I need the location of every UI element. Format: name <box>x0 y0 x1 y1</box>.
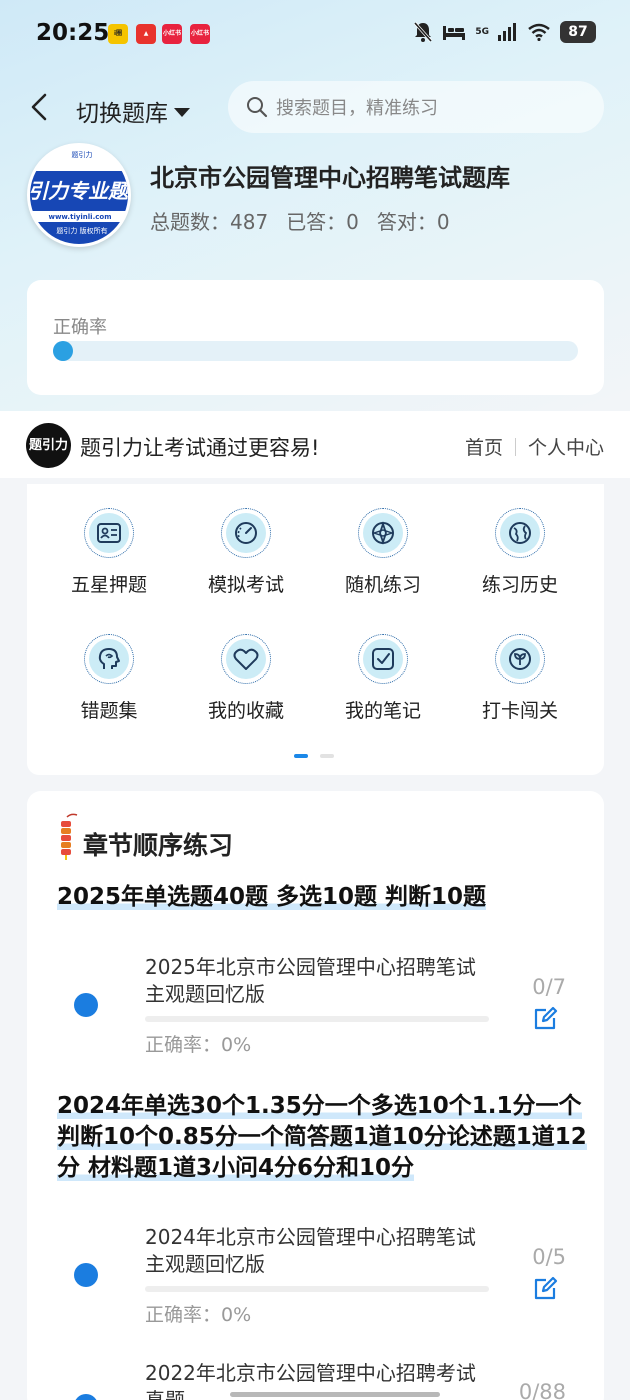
menu-label-random: 随机练习 <box>344 574 421 596</box>
menu-item-five-star[interactable]: 五星押题 <box>49 508 169 597</box>
bank-logo-top-text: 题引力 <box>71 151 93 159</box>
chapter-item-progress <box>145 1286 489 1292</box>
home-link[interactable]: 首页 <box>465 433 503 460</box>
globe-icon <box>509 522 531 544</box>
chapter-item-title-2025[interactable]: 2025年北京市公园管理中心招聘笔试主观题回忆版 <box>145 954 485 1008</box>
menu-label-mock-exam: 模拟考试 <box>207 574 284 596</box>
bank-logo-url: www.tiyinli.com <box>34 212 126 222</box>
note-icon <box>372 648 394 670</box>
link-divider <box>514 437 516 456</box>
accuracy-progress-indicator <box>53 341 73 361</box>
back-arrow-icon[interactable] <box>28 92 52 122</box>
menu-item-checkin[interactable]: 打卡闯关 <box>460 634 580 723</box>
switch-bank-dropdown[interactable]: 切换题库 <box>76 94 190 128</box>
status-bar: 20:25 i圈 ▲ 小红书 小红书 5G 87 <box>0 0 630 68</box>
menu-label-notes: 我的笔记 <box>344 700 421 722</box>
bed-icon <box>443 26 466 40</box>
status-icons: 5G 87 <box>413 21 596 43</box>
app-badge-1: i圈 <box>108 24 128 44</box>
chapter-item-count-2024: 0/5 <box>532 1245 566 1269</box>
search-placeholder: 搜索题目，精准练习 <box>276 98 438 119</box>
chapter-status-dot <box>74 1263 98 1287</box>
heart-icon <box>233 648 259 670</box>
menu-label-history: 练习历史 <box>481 574 558 596</box>
home-indicator[interactable] <box>230 1392 440 1397</box>
accuracy-card: 正确率 <box>27 280 604 395</box>
edit-icon[interactable] <box>532 1276 558 1302</box>
profile-link[interactable]: 个人中心 <box>528 433 604 460</box>
pager-dot[interactable] <box>320 754 334 758</box>
compass-icon <box>371 521 395 545</box>
stat-total: 总题数：487 <box>150 210 269 234</box>
menu-pager <box>294 754 334 758</box>
chapter-section-title: 章节顺序练习 <box>83 831 234 860</box>
section-heading-2025: 2025年单选题40题 多选10题 判断10题 <box>57 884 487 910</box>
chapter-item-title-2024[interactable]: 2024年北京市公园管理中心招聘笔试主观题回忆版 <box>145 1224 485 1278</box>
menu-label-five-star: 五星押题 <box>70 574 147 596</box>
leaf-icon <box>509 648 531 670</box>
menu-label-checkin: 打卡闯关 <box>481 700 558 722</box>
brand-slogan: 题引力让考试通过更容易! <box>80 436 320 460</box>
app-badge-3: 小红书 <box>162 24 182 44</box>
menu-item-notes[interactable]: 我的笔记 <box>323 634 443 723</box>
caret-down-icon <box>174 107 190 117</box>
menu-label-wrong-set: 错题集 <box>80 700 138 722</box>
search-input[interactable]: 搜索题目，精准练习 <box>228 81 604 133</box>
head-icon <box>98 648 120 669</box>
chapter-practice-card: 章节顺序练习 2025年单选题40题 多选10题 判断10题 2025年北京市公… <box>27 791 604 1400</box>
menu-item-random[interactable]: 随机练习 <box>323 508 443 597</box>
menu-item-history[interactable]: 练习历史 <box>460 508 580 597</box>
brand-logo: 题引力 <box>26 423 71 468</box>
mute-bell-icon <box>414 22 433 42</box>
search-icon <box>247 97 268 118</box>
firecracker-icon <box>61 813 78 860</box>
app-badge-4: 小红书 <box>190 24 210 44</box>
chapter-item-count-2025: 0/7 <box>532 975 566 999</box>
stat-answered: 已答：0 <box>286 210 359 234</box>
bank-logo-text: 引力专业题 <box>30 171 128 211</box>
gauge-icon <box>235 522 257 544</box>
stat-correct: 答对：0 <box>376 210 450 234</box>
accuracy-progress-bar <box>53 341 578 361</box>
chapter-item-accuracy-2024: 正确率：0% <box>145 1304 252 1326</box>
chapter-item-progress <box>145 1016 489 1022</box>
switch-bank-label: 切换题库 <box>76 101 168 127</box>
menu-label-favorites: 我的收藏 <box>207 700 284 722</box>
chapter-item-accuracy-2025: 正确率：0% <box>145 1034 252 1056</box>
menu-item-wrong-set[interactable]: 错题集 <box>49 634 169 723</box>
chapter-status-dot <box>74 993 98 1017</box>
feature-menu: 五星押题 模拟考试 随机练习 练习历史 错题集 我的收藏 我的笔记 打卡闯关 <box>27 484 604 775</box>
bank-stats: 总题数：487 已答：0 答对：0 <box>150 206 450 235</box>
chapter-status-dot <box>74 1394 98 1400</box>
bank-logo: 题引力 引力专业题 www.tiyinli.com 题引力 版权所有 <box>27 143 131 247</box>
brand-links: 首页 个人中心 <box>465 433 604 460</box>
brand-bar: 题引力 题引力让考试通过更容易! 首页 个人中心 <box>0 411 630 478</box>
id-card-icon <box>97 523 121 543</box>
edit-icon[interactable] <box>532 1006 558 1032</box>
bank-logo-bottom-text: 题引力 版权所有 <box>30 222 128 244</box>
pager-dot-active[interactable] <box>294 754 308 758</box>
network-type: 5G <box>475 27 489 37</box>
app-badge-2: ▲ <box>136 24 156 44</box>
menu-item-mock-exam[interactable]: 模拟考试 <box>186 508 306 597</box>
menu-item-favorites[interactable]: 我的收藏 <box>186 634 306 723</box>
accuracy-label: 正确率 <box>53 317 107 338</box>
status-time: 20:25 <box>36 20 110 46</box>
wifi-icon <box>528 23 550 41</box>
chapter-item-count-2022: 0/88 <box>518 1380 566 1400</box>
battery-indicator: 87 <box>560 21 596 43</box>
section-heading-2024: 2024年单选30个1.35分一个多选10个1.1分一个判断10个0.85分一个… <box>57 1093 587 1181</box>
signal-icon <box>498 23 516 41</box>
bank-title: 北京市公园管理中心招聘笔试题库 <box>150 164 510 192</box>
